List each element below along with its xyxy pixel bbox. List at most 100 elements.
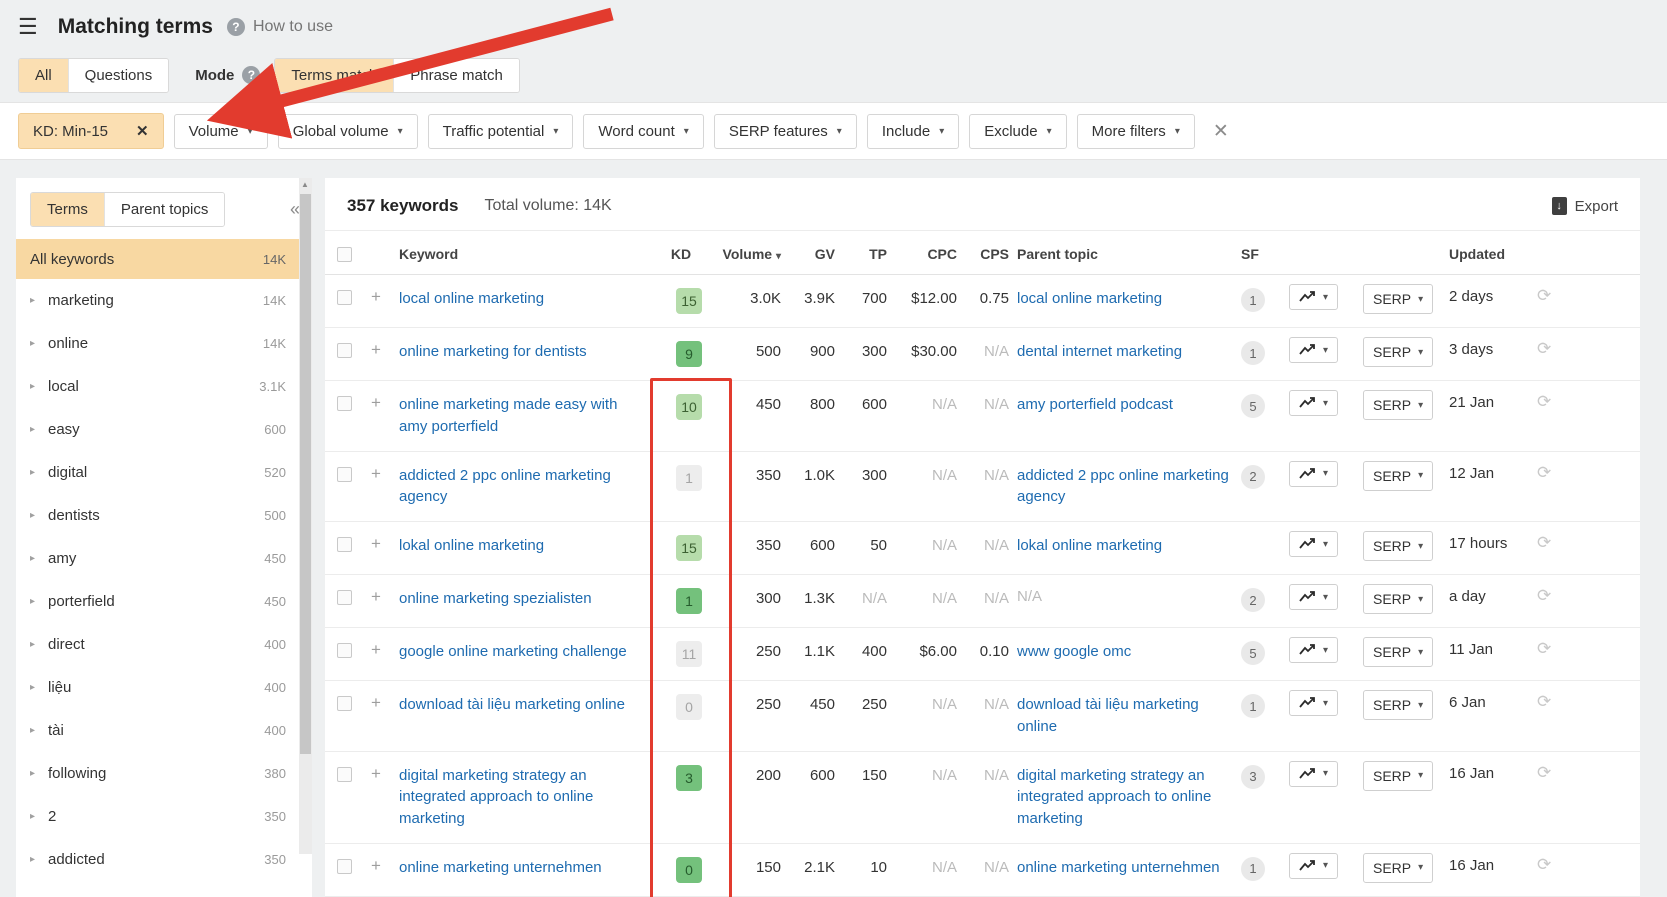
sidebar-item-local[interactable]: ▸ local 3.1K xyxy=(16,365,312,408)
col-updated[interactable]: Updated xyxy=(1449,246,1537,262)
sidebar-scrollbar[interactable]: ▲ xyxy=(299,178,312,854)
row-checkbox[interactable] xyxy=(337,537,352,552)
expand-arrow-icon[interactable]: ▸ xyxy=(30,639,48,650)
sidebar-item-liệu[interactable]: ▸ liệu 400 xyxy=(16,666,312,709)
filter-dropdown-global-volume[interactable]: Global volume ▾ xyxy=(277,113,418,149)
add-to-list-icon[interactable]: + xyxy=(371,857,399,874)
export-button[interactable]: ↓ Export xyxy=(1551,197,1618,215)
filter-dropdown-serp-features[interactable]: SERP features ▾ xyxy=(713,113,857,149)
sidebar-item-digital[interactable]: ▸ digital 520 xyxy=(16,451,312,494)
keyword-link[interactable]: addicted 2 ppc online marketing agency xyxy=(399,465,627,509)
sidebar-item-addicted[interactable]: ▸ addicted 350 xyxy=(16,838,312,881)
expand-arrow-icon[interactable]: ▸ xyxy=(30,682,48,693)
refresh-icon[interactable]: ⟳ xyxy=(1537,856,1551,873)
how-to-use-link[interactable]: How to use xyxy=(253,18,333,36)
row-checkbox[interactable] xyxy=(337,396,352,411)
trend-dropdown-button[interactable]: ▾ xyxy=(1289,460,1339,487)
serp-dropdown-button[interactable]: SERP ▾ xyxy=(1363,390,1434,420)
row-checkbox[interactable] xyxy=(337,766,352,782)
row-checkbox[interactable] xyxy=(337,643,352,658)
trend-dropdown-button[interactable]: ▾ xyxy=(1289,531,1339,557)
expand-arrow-icon[interactable]: ▸ xyxy=(30,467,48,478)
expand-arrow-icon[interactable]: ▸ xyxy=(30,553,48,564)
col-sf[interactable]: SF xyxy=(1241,246,1289,262)
expand-arrow-icon[interactable]: ▸ xyxy=(30,338,48,349)
refresh-icon[interactable]: ⟳ xyxy=(1537,393,1551,410)
keyword-link[interactable]: lokal online marketing xyxy=(399,535,627,557)
row-checkbox[interactable] xyxy=(337,290,352,305)
help-icon[interactable]: ? xyxy=(226,18,245,36)
serp-dropdown-button[interactable]: SERP ▾ xyxy=(1363,760,1434,791)
trend-dropdown-button[interactable]: ▾ xyxy=(1289,337,1339,363)
trend-dropdown-button[interactable]: ▾ xyxy=(1289,284,1339,310)
sidebar-tab-parent-topics[interactable]: Parent topics xyxy=(104,193,225,226)
col-volume[interactable]: Volume ▾ xyxy=(717,246,789,262)
sidebar-item-easy[interactable]: ▸ easy 600 xyxy=(16,408,312,451)
tab-phrase-match[interactable]: Phrase match xyxy=(394,58,519,92)
keyword-link[interactable]: download tài liệu marketing online xyxy=(399,694,627,716)
sidebar-item-2[interactable]: ▸ 2 350 xyxy=(16,795,312,838)
filter-dropdown-more-filters[interactable]: More filters ▾ xyxy=(1076,113,1195,149)
col-parent-topic[interactable]: Parent topic xyxy=(1017,246,1241,262)
expand-arrow-icon[interactable]: ▸ xyxy=(30,854,48,865)
tab-terms-match[interactable]: Terms match xyxy=(275,58,395,92)
remove-filter-icon[interactable]: ✕ xyxy=(122,114,163,148)
add-to-list-icon[interactable]: + xyxy=(371,694,399,711)
trend-dropdown-button[interactable]: ▾ xyxy=(1289,852,1339,879)
filter-dropdown-exclude[interactable]: Exclude ▾ xyxy=(969,113,1067,149)
expand-arrow-icon[interactable]: ▸ xyxy=(30,381,48,392)
row-checkbox[interactable] xyxy=(337,343,352,358)
keyword-link[interactable]: online marketing made easy with amy port… xyxy=(399,394,627,438)
serp-dropdown-button[interactable]: SERP ▾ xyxy=(1363,852,1434,883)
parent-topic-link[interactable]: lokal online marketing xyxy=(1017,535,1162,557)
sidebar-item-dentists[interactable]: ▸ dentists 500 xyxy=(16,494,312,537)
serp-dropdown-button[interactable]: SERP ▾ xyxy=(1363,637,1434,667)
tab-questions[interactable]: Questions xyxy=(68,58,169,92)
sidebar-item-amy[interactable]: ▸ amy 450 xyxy=(16,537,312,580)
keyword-link[interactable]: online marketing unternehmen xyxy=(399,857,627,879)
sidebar-item-following[interactable]: ▸ following 380 xyxy=(16,752,312,795)
refresh-icon[interactable]: ⟳ xyxy=(1537,287,1551,304)
col-tp[interactable]: TP xyxy=(843,246,895,262)
refresh-icon[interactable]: ⟳ xyxy=(1537,534,1551,551)
filter-dropdown-volume[interactable]: Volume ▾ xyxy=(173,113,268,149)
col-cps[interactable]: CPS xyxy=(965,246,1017,262)
trend-dropdown-button[interactable]: ▾ xyxy=(1289,760,1339,787)
parent-topic-link[interactable]: dental internet marketing xyxy=(1017,341,1182,363)
serp-dropdown-button[interactable]: SERP ▾ xyxy=(1363,284,1434,314)
serp-dropdown-button[interactable]: SERP ▾ xyxy=(1363,337,1434,367)
tab-all[interactable]: All xyxy=(19,58,69,92)
col-cpc[interactable]: CPC xyxy=(895,246,965,262)
refresh-icon[interactable]: ⟳ xyxy=(1537,640,1551,657)
kd-filter-chip[interactable]: KD: Min-15 ✕ xyxy=(18,113,164,149)
row-checkbox[interactable] xyxy=(337,858,352,874)
expand-arrow-icon[interactable]: ▸ xyxy=(30,811,48,822)
sidebar-item-marketing[interactable]: ▸ marketing 14K xyxy=(16,279,312,322)
sidebar-item-online[interactable]: ▸ online 14K xyxy=(16,322,312,365)
expand-arrow-icon[interactable]: ▸ xyxy=(30,725,48,736)
sidebar-item-direct[interactable]: ▸ direct 400 xyxy=(16,623,312,666)
add-to-list-icon[interactable]: + xyxy=(371,641,399,658)
keyword-link[interactable]: local online marketing xyxy=(399,288,627,310)
serp-dropdown-button[interactable]: SERP ▾ xyxy=(1363,460,1434,491)
sidebar-tab-terms[interactable]: Terms xyxy=(31,193,105,226)
add-to-list-icon[interactable]: + xyxy=(371,341,399,358)
row-checkbox[interactable] xyxy=(337,590,352,605)
trend-dropdown-button[interactable]: ▾ xyxy=(1289,690,1339,716)
clear-filters-icon[interactable]: ✕ xyxy=(1213,120,1229,143)
add-to-list-icon[interactable]: + xyxy=(371,394,399,411)
refresh-icon[interactable]: ⟳ xyxy=(1537,764,1551,781)
scroll-up-icon[interactable]: ▲ xyxy=(301,180,309,189)
sidebar-item-all-keywords[interactable]: ▸All keywords14K xyxy=(16,239,312,279)
trend-dropdown-button[interactable]: ▾ xyxy=(1289,584,1339,610)
select-all-checkbox[interactable] xyxy=(337,247,352,262)
hamburger-menu-icon[interactable]: ☰ xyxy=(18,14,38,40)
keyword-link[interactable]: google online marketing challenge xyxy=(399,641,627,663)
sidebar-item-agency[interactable]: ▸agency350 xyxy=(16,881,312,897)
keyword-link[interactable]: digital marketing strategy an integrated… xyxy=(399,765,627,830)
add-to-list-icon[interactable]: + xyxy=(371,288,399,305)
refresh-icon[interactable]: ⟳ xyxy=(1537,587,1551,604)
expand-arrow-icon[interactable]: ▸ xyxy=(30,510,48,521)
add-to-list-icon[interactable]: + xyxy=(371,535,399,552)
expand-arrow-icon[interactable]: ▸ xyxy=(30,295,48,306)
